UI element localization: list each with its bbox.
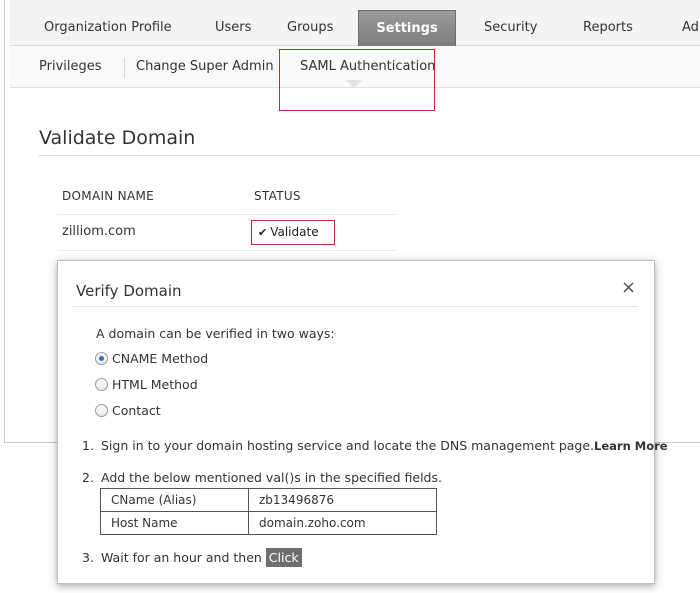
step-1: 1. Sign in to your domain hosting service… [82, 438, 668, 453]
step-number: 2. [82, 470, 94, 485]
validate-button[interactable]: ✔ Validate [251, 220, 335, 245]
table-row: Host Name domain.zoho.com [100, 511, 437, 535]
radio-icon[interactable] [95, 404, 108, 417]
step-text: Wait for an hour and then [101, 550, 266, 565]
step-2: 2. Add the below mentioned val()s in the … [82, 470, 442, 485]
nav-tab-reports[interactable]: Reports [583, 0, 633, 46]
column-header-domain-name: DOMAIN NAME [62, 189, 154, 203]
method-option-cname[interactable]: CNAME Method [95, 352, 208, 368]
table-row-divider [57, 250, 397, 251]
dialog-title: Verify Domain [76, 282, 182, 300]
click-button[interactable]: Click [265, 548, 302, 567]
method-option-html[interactable]: HTML Method [95, 378, 198, 394]
nav-tab-organization-profile[interactable]: Organization Profile [44, 0, 172, 46]
domain-name-cell: zilliom.com [62, 224, 136, 239]
table-header-divider [57, 214, 397, 215]
validate-label: Validate [270, 225, 319, 239]
nav-tab-users[interactable]: Users [215, 0, 251, 46]
nav-tab-admin-truncated[interactable]: Ad [682, 0, 699, 46]
step-number: 1. [82, 438, 94, 453]
page-title: Validate Domain [39, 127, 196, 149]
learn-more-link[interactable]: Learn More [594, 439, 668, 453]
nav-tab-settings[interactable]: Settings [358, 10, 456, 46]
subnav-divider [124, 58, 125, 78]
top-nav: Organization Profile Users Groups Settin… [10, 0, 700, 46]
step-text: Add the below mentioned val()s in the sp… [101, 470, 442, 485]
verification-intro: A domain can be verified in two ways: [96, 326, 335, 341]
field-value: domain.zoho.com [248, 511, 437, 535]
field-key: CName (Alias) [100, 488, 249, 512]
close-icon[interactable]: × [621, 279, 636, 297]
dialog-title-divider [73, 306, 638, 307]
checkmark-icon: ✔ [258, 226, 268, 239]
verify-domain-dialog: Verify Domain × A domain can be verified… [57, 260, 668, 584]
method-label: Contact [112, 403, 161, 418]
step-3: 3. Wait for an hour and then Click [82, 548, 302, 567]
dns-fields-table: CName (Alias) zb13496876 Host Name domai… [100, 488, 437, 535]
radio-selected-icon[interactable] [95, 352, 108, 365]
step-text: Sign in to your domain hosting service a… [101, 438, 595, 453]
radio-icon[interactable] [95, 378, 108, 391]
nav-tab-security[interactable]: Security [484, 0, 537, 46]
column-header-status: STATUS [254, 189, 301, 203]
step-number: 3. [82, 550, 94, 565]
nav-tab-groups[interactable]: Groups [287, 0, 333, 46]
method-label: CNAME Method [112, 351, 209, 366]
method-label: HTML Method [112, 377, 198, 392]
method-option-contact[interactable]: Contact [95, 404, 161, 420]
saml-highlight-box [279, 49, 435, 111]
table-row: CName (Alias) zb13496876 [100, 488, 437, 512]
subnav-change-super-admin[interactable]: Change Super Admin [136, 46, 274, 88]
field-key: Host Name [100, 511, 249, 535]
subnav-privileges[interactable]: Privileges [39, 46, 102, 88]
field-value: zb13496876 [248, 488, 437, 512]
title-divider [38, 155, 700, 156]
